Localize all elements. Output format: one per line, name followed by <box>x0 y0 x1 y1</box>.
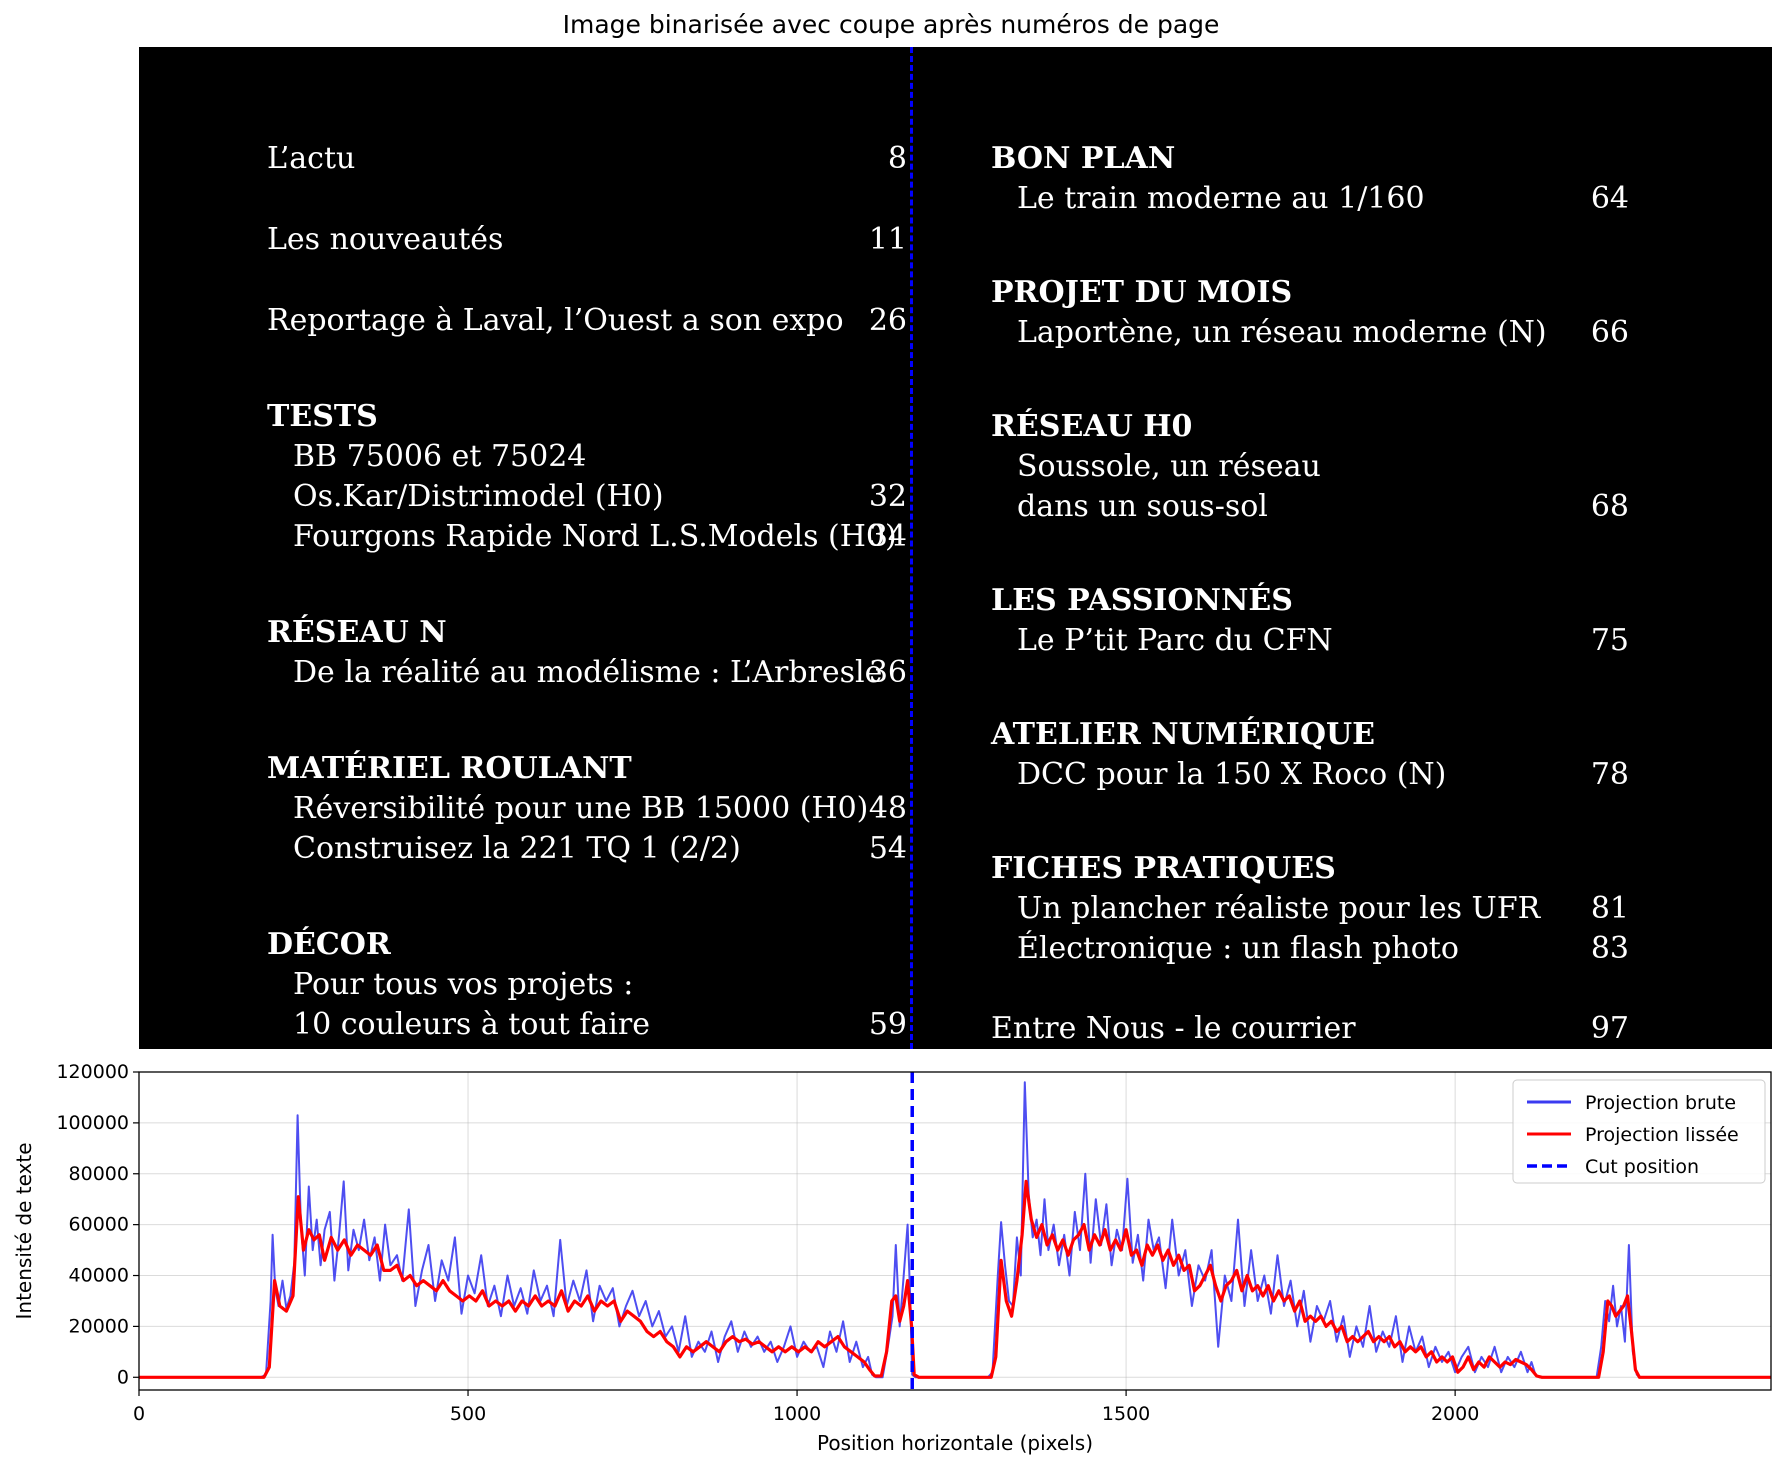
toc-heading: PROJET DU MOIS <box>991 275 1293 310</box>
toc-entry-title: Entre Nous - le courrier <box>991 1011 1356 1046</box>
toc-heading: BON PLAN <box>991 141 1176 176</box>
y-axis-label: Intensité de texte <box>12 1142 36 1319</box>
toc-entry-title: Os.Kar/Distrimodel (H0) <box>293 479 664 514</box>
toc-entry-title: DCC pour la 150 X Roco (N) <box>1017 757 1447 792</box>
toc-heading: LES PASSIONNÉS <box>991 583 1293 618</box>
toc-entry-title: Les nouveautés <box>267 222 504 257</box>
toc-page-number: 11 <box>868 222 907 257</box>
x-axis-label: Position horizontale (pixels) <box>817 1431 1093 1455</box>
toc-heading: FICHES PRATIQUES <box>991 851 1336 886</box>
toc-page-number: 81 <box>1590 891 1629 926</box>
y-tick-label: 100000 <box>56 1112 129 1134</box>
toc-entry-title: Électronique : un flash photo <box>1017 931 1459 966</box>
toc-entry-title: Reportage à Laval, l’Ouest a son expo <box>267 303 844 338</box>
toc-entry-title: Le P’tit Parc du CFN <box>1017 623 1333 658</box>
figure-title: Image binarisée avec coupe après numéros… <box>562 10 1220 39</box>
toc-entry-title: BB 75006 et 75024 <box>293 439 587 474</box>
y-tick-label: 120000 <box>56 1061 129 1083</box>
toc-entry-title: Le train moderne au 1/160 <box>1017 181 1425 216</box>
toc-page-number: 8 <box>887 141 907 176</box>
legend-label: Projection brute <box>1585 1092 1736 1114</box>
toc-heading: MATÉRIEL ROULANT <box>267 751 632 786</box>
toc-page-number: 32 <box>868 479 907 514</box>
toc-entry-title: Soussole, un réseau <box>1017 449 1321 484</box>
toc-page-number: 78 <box>1590 757 1629 792</box>
toc-page-number: 59 <box>868 1007 907 1042</box>
toc-page-number: 75 <box>1590 623 1629 658</box>
toc-entry-title: Un plancher réaliste pour les UFR <box>1017 891 1541 926</box>
toc-page-number: 64 <box>1590 181 1629 216</box>
toc-heading: TESTS <box>267 399 378 434</box>
toc-entry-title: Construisez la 221 TQ 1 (2/2) <box>293 831 741 866</box>
toc-entry-title: L’actu <box>267 141 356 176</box>
toc-heading: RÉSEAU H0 <box>991 409 1193 444</box>
binarized-image: L’actu 8 Les nouveautés 11 Reportage à Laval… <box>139 47 1772 1049</box>
toc-entry-title: De la réalité au modélisme : L’Arbresle <box>293 655 883 690</box>
x-tick-label: 1000 <box>773 1403 821 1425</box>
toc-page-number: 48 <box>868 791 907 826</box>
toc-entry-title: dans un sous-sol <box>1017 489 1268 524</box>
x-tick-label: 500 <box>450 1403 486 1425</box>
x-tick-label: 2000 <box>1431 1403 1479 1425</box>
y-tick-label: 60000 <box>69 1214 129 1236</box>
toc-entry-title: Laportène, un réseau moderne (N) <box>1017 315 1547 350</box>
toc-heading: DÉCOR <box>267 927 391 962</box>
toc-entry-title: Fourgons Rapide Nord L.S.Models (H0) <box>293 519 897 554</box>
legend-label: Projection lissée <box>1585 1124 1739 1146</box>
y-tick-label: 40000 <box>69 1265 129 1287</box>
toc-page-number: 68 <box>1590 489 1629 524</box>
toc-heading: ATELIER NUMÉRIQUE <box>991 717 1375 752</box>
toc-entry-title: Réversibilité pour une BB 15000 (H0) <box>293 791 869 826</box>
toc-heading: RÉSEAU N <box>267 615 447 650</box>
toc-entry-title: Pour tous vos projets : <box>293 967 634 1002</box>
toc-page-number: 83 <box>1590 931 1629 966</box>
toc-page-number: 34 <box>868 519 907 554</box>
toc-page-number: 54 <box>868 831 907 866</box>
toc-page-number: 36 <box>868 655 907 690</box>
y-tick-label: 0 <box>117 1366 129 1388</box>
y-tick-label: 80000 <box>69 1163 129 1185</box>
projection-chart: 0 500 1000 1500 2000020000400006000080000100… <box>12 1061 1772 1455</box>
toc-page-number: 66 <box>1590 315 1629 350</box>
cut-line-image <box>910 47 913 1049</box>
toc-page-number: 26 <box>868 303 907 338</box>
y-tick-label: 20000 <box>69 1315 129 1337</box>
legend-label: Cut position <box>1585 1156 1699 1178</box>
x-tick-label: 0 <box>133 1403 145 1425</box>
x-tick-label: 1500 <box>1102 1403 1150 1425</box>
toc-entry-title: 10 couleurs à tout faire <box>293 1007 650 1042</box>
toc-page-number: 97 <box>1590 1011 1629 1046</box>
